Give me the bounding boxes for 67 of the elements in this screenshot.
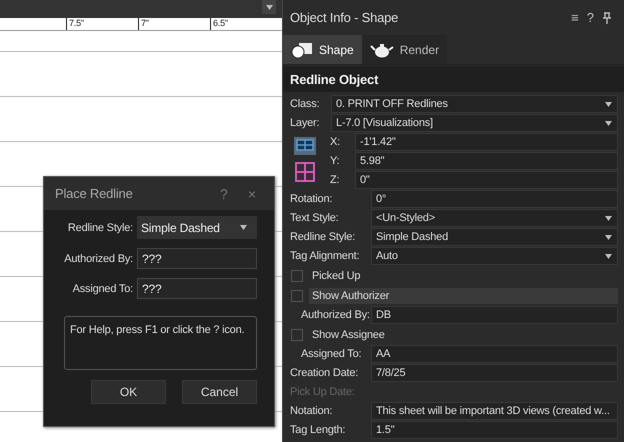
dropdown-button[interactable]: [262, 0, 276, 14]
style-dropdown[interactable]: Simple Dashed: [137, 216, 257, 239]
checkbox[interactable]: [291, 270, 303, 282]
caret-icon: [266, 4, 272, 10]
field-label: Z:: [329, 174, 340, 186]
field-label: Text Style:: [289, 212, 340, 224]
input-field[interactable]: 0": [355, 171, 618, 189]
field-label: Tag Length:: [289, 424, 346, 436]
dropdown[interactable]: Auto: [371, 247, 618, 265]
dropdown[interactable]: L-7.0 [Visualizations]: [331, 114, 618, 132]
panel-title: Object Info - Shape: [290, 10, 400, 25]
input-field[interactable]: 5.98": [355, 152, 618, 170]
teapot-icon: [370, 42, 394, 58]
input-field[interactable]: ???: [137, 248, 257, 269]
field-label: Pick Up Date:: [289, 386, 356, 398]
dropdown[interactable]: 0. PRINT OFF Redlines: [331, 95, 618, 113]
cancel-button[interactable]: Cancel: [182, 380, 257, 404]
input-field[interactable]: -1'1.42": [355, 133, 618, 151]
help-button[interactable]: ?: [582, 10, 598, 25]
field-label: X:: [329, 136, 341, 148]
field-label: Creation Date:: [289, 367, 360, 379]
field-label: Redline Style:: [289, 231, 356, 243]
field-label: Authorized By:: [300, 309, 367, 321]
dropdown[interactable]: Simple Dashed: [371, 228, 618, 246]
ruler-label: 7": [141, 18, 149, 28]
menu-button[interactable]: ≡: [567, 10, 583, 25]
field-label: Assigned To:: [300, 348, 362, 360]
field-label: Tag Alignment:: [289, 250, 360, 262]
ruler-label: 6.5": [213, 18, 228, 28]
grid-icon: [295, 162, 315, 182]
dialog-title: Place Redline: [55, 186, 134, 201]
input-field[interactable]: This sheet will be important 3D views (created w...: [371, 402, 618, 420]
checkbox[interactable]: [291, 328, 303, 340]
checkbox-label: Picked Up: [311, 268, 362, 284]
field-label: Assigned To:: [72, 282, 133, 294]
field-label: Y:: [329, 155, 340, 167]
checkbox-label: Show Assignee: [311, 328, 386, 342]
ruler-label: 7.5": [69, 18, 84, 28]
caret-icon: [605, 234, 612, 240]
shapes-icon: [291, 42, 313, 58]
checkbox[interactable]: [291, 290, 303, 302]
field-label: Redline Style:: [68, 222, 133, 234]
tab[interactable]: Shape: [283, 35, 362, 64]
input-field[interactable]: AA: [371, 345, 618, 363]
floor-plan-icon: [293, 136, 317, 156]
input-field[interactable]: 0°: [371, 190, 618, 208]
checkbox-label: Show Authorizer: [309, 288, 618, 304]
caret-icon: [605, 254, 612, 258]
caret-icon: [605, 102, 612, 106]
ok-button[interactable]: OK: [91, 380, 166, 404]
dropdown[interactable]: <Un-Styled>: [371, 209, 618, 227]
input-field[interactable]: 1.5": [371, 421, 618, 439]
input-field[interactable]: ???: [137, 278, 257, 299]
field-label: Class:: [289, 98, 320, 110]
input-field[interactable]: 7/8/25: [371, 364, 618, 382]
pin-icon[interactable]: [602, 12, 612, 24]
caret-icon: [240, 225, 247, 230]
caret-icon: [605, 216, 612, 220]
field-label: Rotation:: [289, 193, 334, 205]
field-label: Notation:: [289, 405, 334, 417]
field-label: Authorized By:: [64, 252, 133, 264]
caret-icon: [605, 120, 612, 126]
input-field[interactable]: DB: [371, 306, 618, 324]
field-label: Layer:: [289, 117, 320, 129]
tab[interactable]: Render: [362, 35, 448, 64]
section-header: Redline Object: [283, 66, 624, 92]
help-text: For Help, press F1 or click the ? icon.: [64, 316, 257, 370]
